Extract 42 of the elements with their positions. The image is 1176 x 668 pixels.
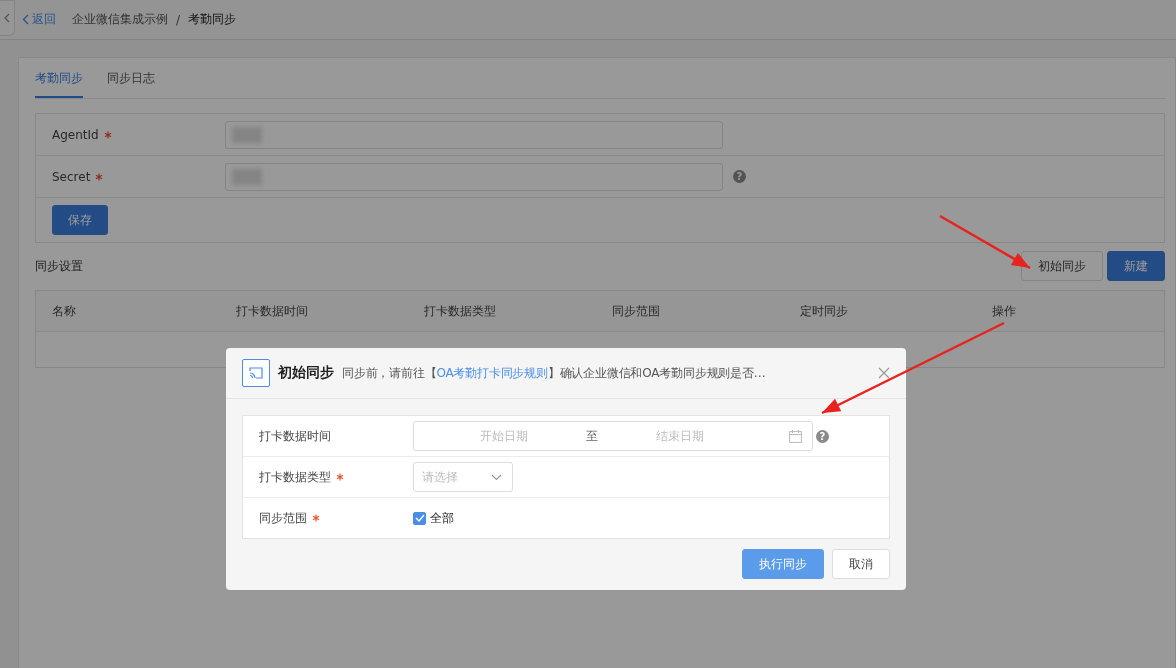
breadcrumb-item: 考勤同步 <box>188 11 237 28</box>
start-date-placeholder: 开始日期 <box>480 427 528 445</box>
tab[interactable]: 同步日志 <box>107 58 155 98</box>
calendar-icon <box>789 429 802 443</box>
column-header: 名称 <box>52 302 77 320</box>
breadcrumb-item[interactable]: 企业微信集成示例 <box>72 11 168 28</box>
cancel-button[interactable]: 取消 <box>832 549 890 579</box>
tab[interactable]: 考勤同步 <box>35 58 83 98</box>
scope-checkbox[interactable]: 全部 <box>413 509 454 527</box>
field-label: AgentId <box>52 127 99 142</box>
check-icon <box>414 514 425 522</box>
end-date-placeholder: 结束日期 <box>656 427 704 445</box>
chevron-down-icon <box>491 473 502 481</box>
chevron-left-icon <box>4 13 10 23</box>
collapse-tab[interactable] <box>0 0 15 36</box>
save-button[interactable]: 保存 <box>52 205 108 235</box>
run-sync-button[interactable]: 执行同步 <box>742 549 824 579</box>
rule-link[interactable]: OA考勤打卡同步规则 <box>436 365 548 380</box>
column-header: 打卡数据时间 <box>236 302 309 320</box>
back-link[interactable]: 返回 <box>22 11 56 28</box>
date-range-field[interactable]: 开始日期 至 结束日期 <box>413 421 813 451</box>
close-icon[interactable] <box>878 367 890 379</box>
breadcrumb-separator: / <box>176 12 181 27</box>
chevron-left-icon <box>22 14 29 25</box>
field-label: 同步范围 <box>259 509 307 527</box>
dialog-note: 同步前，请前往【OA考勤打卡同步规则】确认企业微信和OA考勤同步规则是否… <box>342 364 766 382</box>
column-header: 操作 <box>992 302 1017 320</box>
help-icon[interactable]: ? <box>733 170 746 183</box>
field-label: 打卡数据时间 <box>259 427 331 445</box>
sync-button[interactable]: 初始同步 <box>1021 251 1103 281</box>
cast-icon <box>242 359 270 387</box>
column-header: 定时同步 <box>800 302 849 320</box>
field-label: 打卡数据类型 <box>259 468 331 486</box>
column-header: 同步范围 <box>612 302 661 320</box>
new-button[interactable]: 新建 <box>1107 251 1165 281</box>
select-field[interactable]: 请选择 <box>413 462 513 492</box>
dialog-title: 初始同步 <box>278 364 334 382</box>
section-title: 同步设置 <box>35 257 83 275</box>
help-icon[interactable]: ? <box>816 429 829 443</box>
range-separator: 至 <box>586 427 598 445</box>
column-header: 打卡数据类型 <box>424 302 497 320</box>
field-label: Secret <box>52 169 91 184</box>
